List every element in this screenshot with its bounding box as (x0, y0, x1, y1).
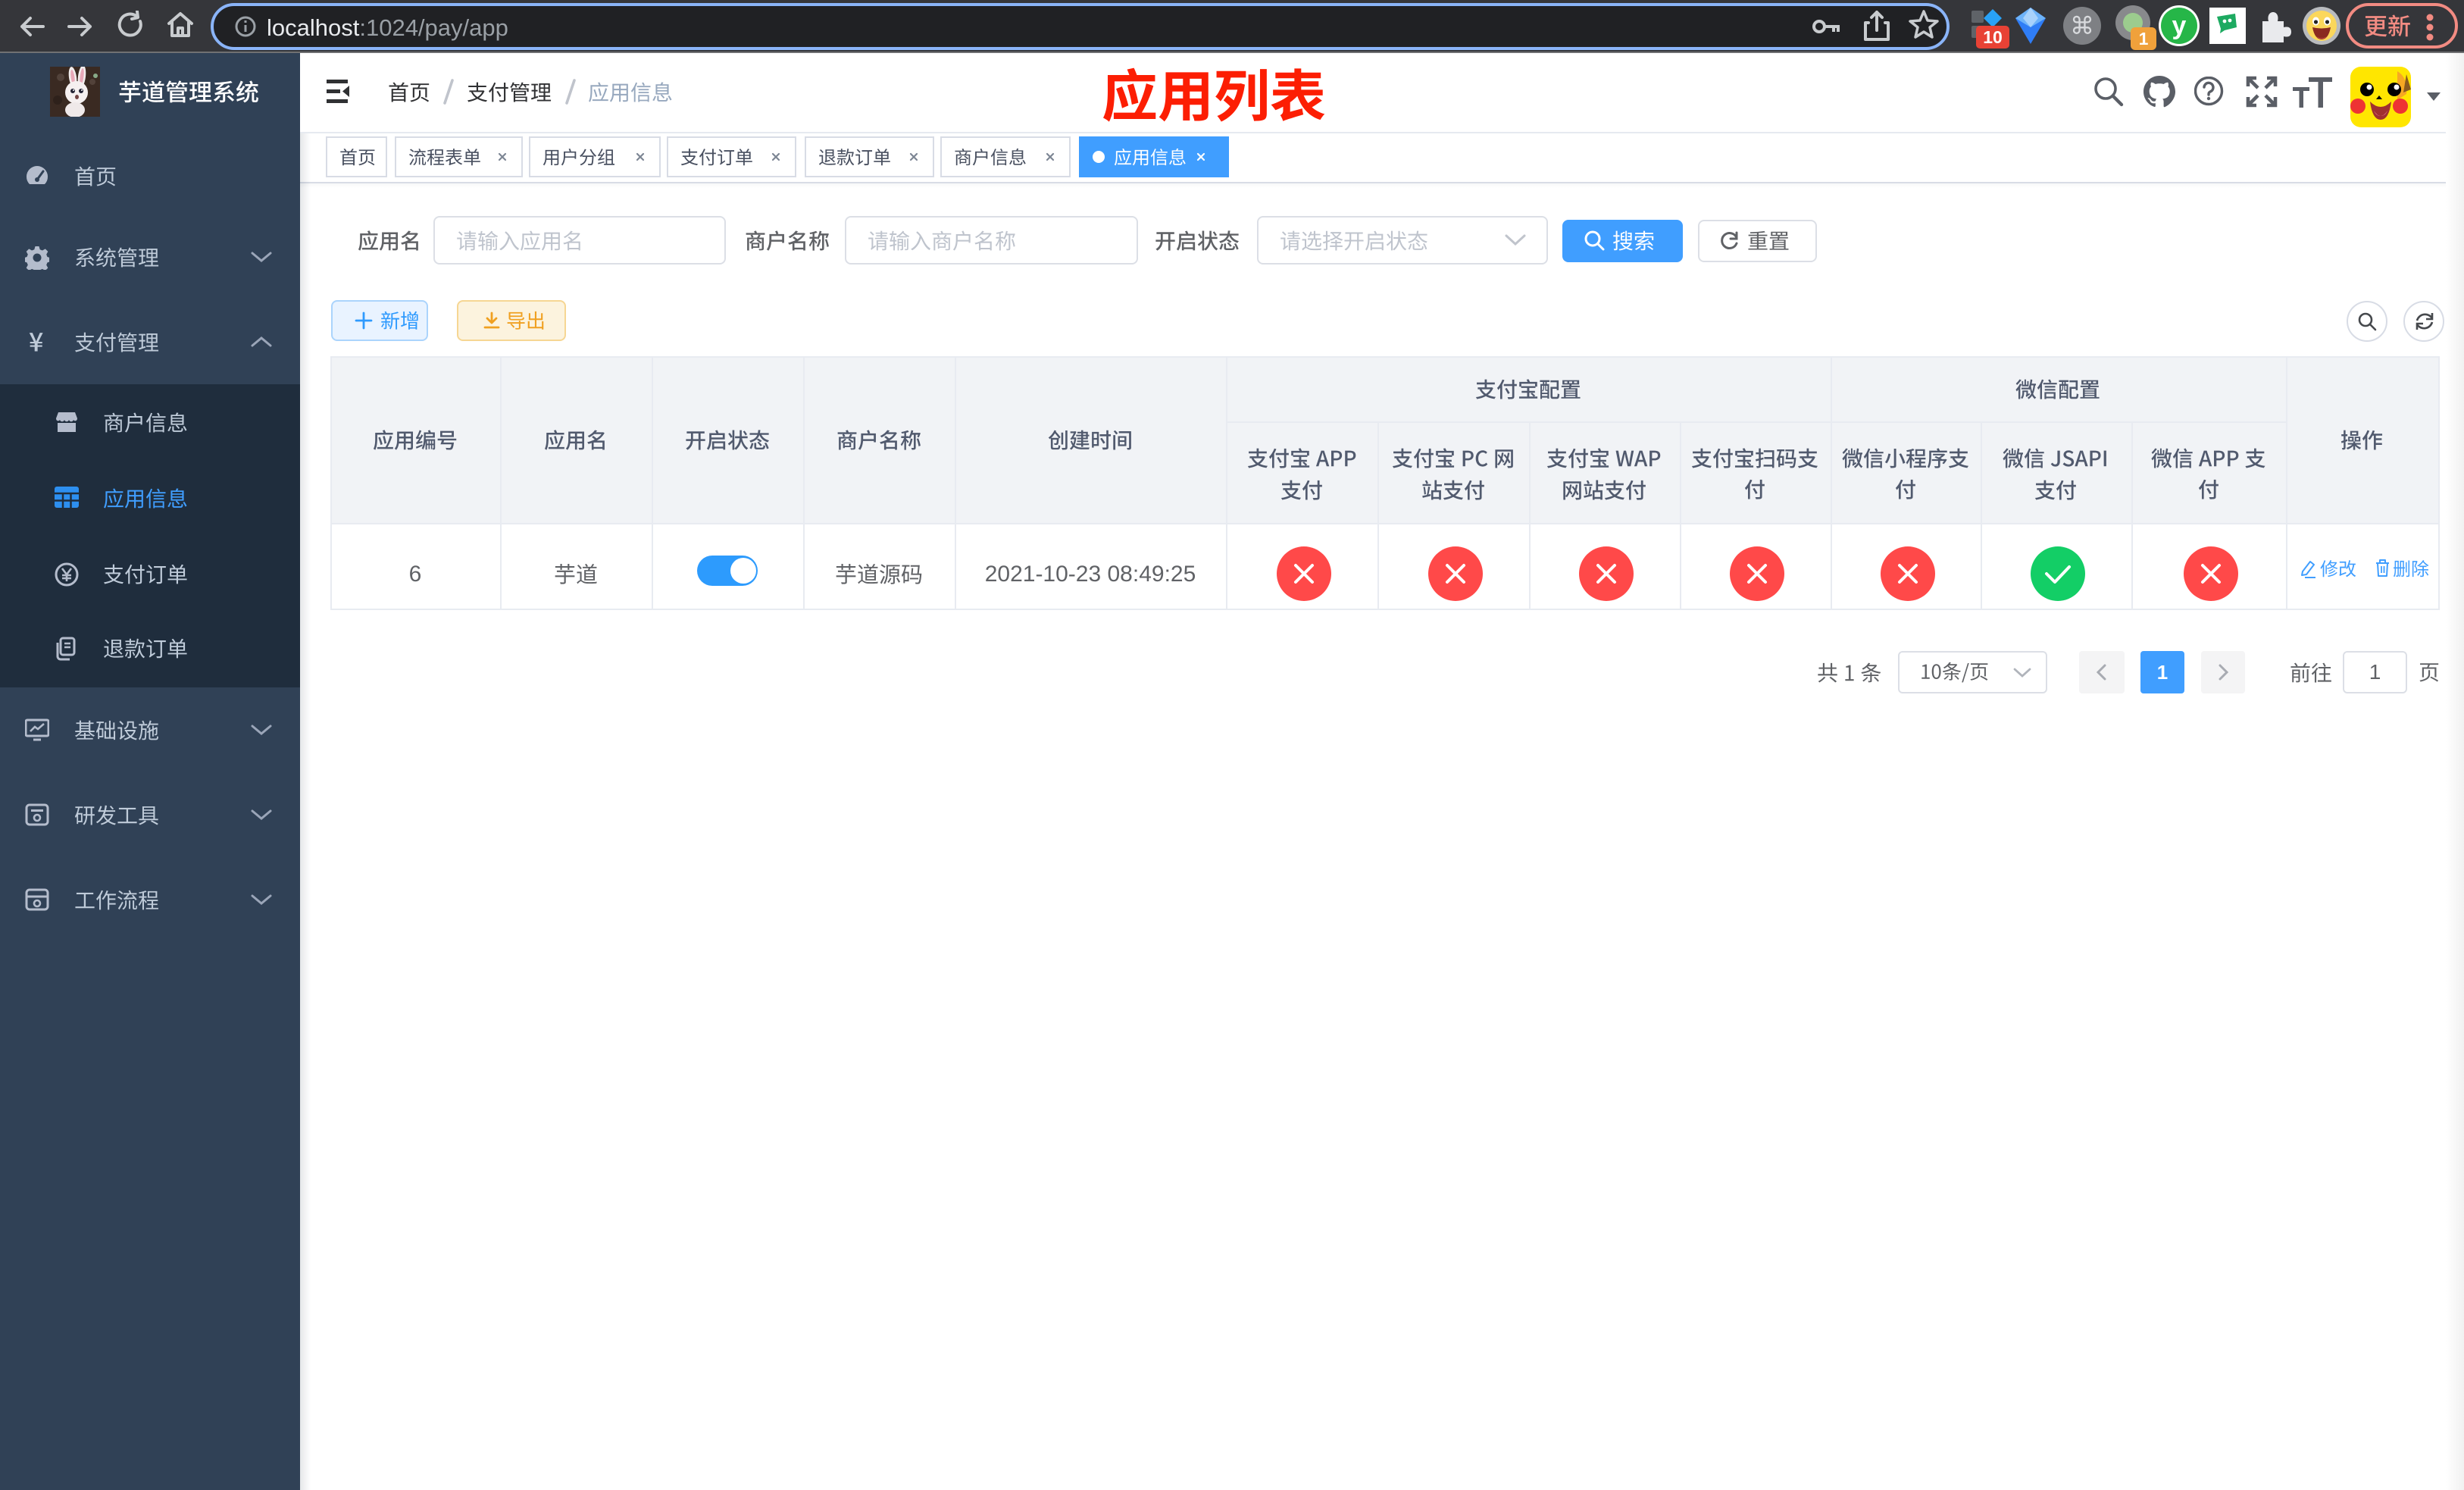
svg-text:⌘: ⌘ (2070, 12, 2094, 39)
svg-text:y: y (2172, 11, 2187, 40)
